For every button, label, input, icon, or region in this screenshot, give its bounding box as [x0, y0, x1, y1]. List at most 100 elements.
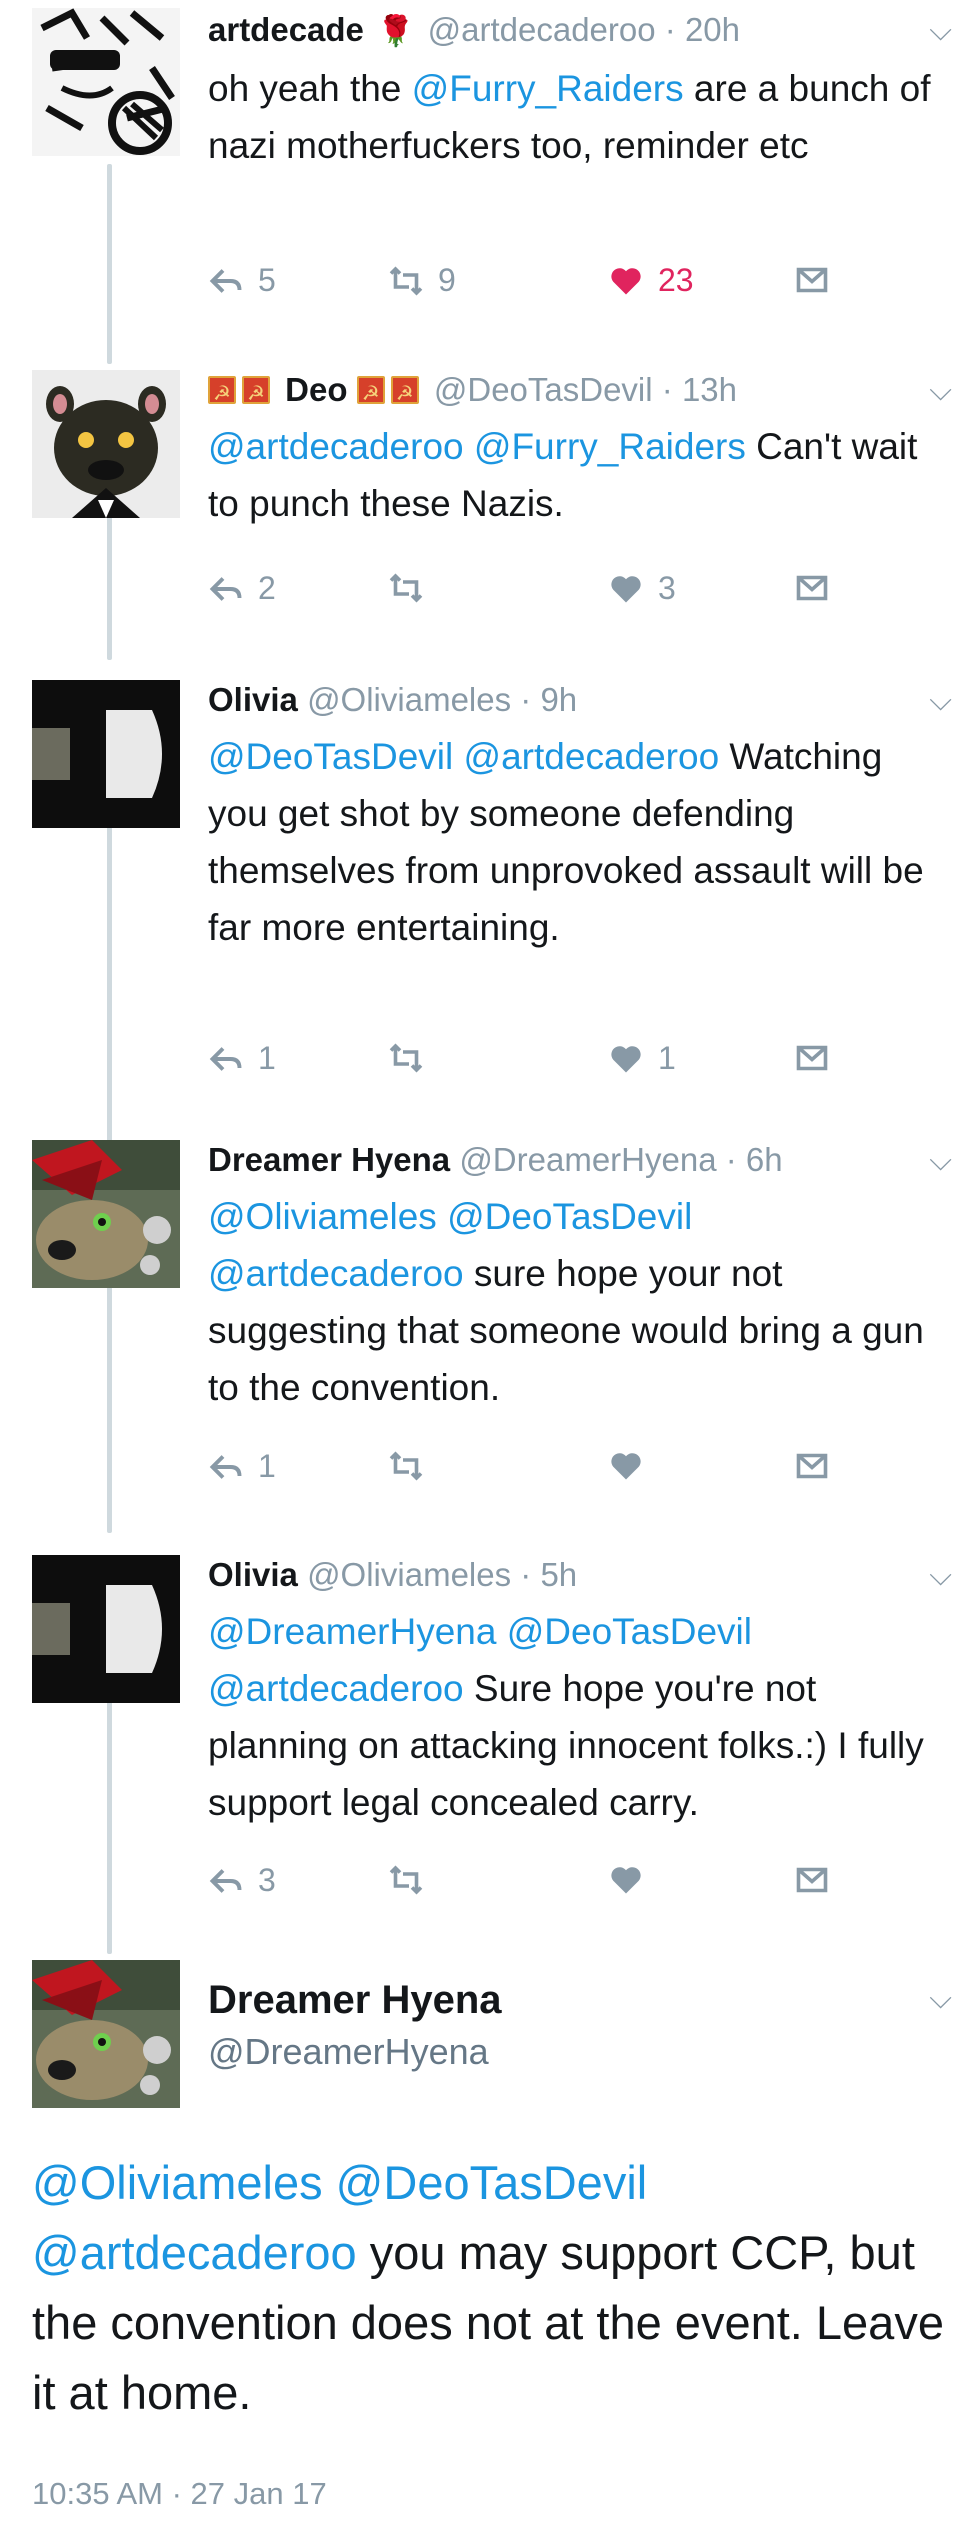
display-name[interactable]: Deo — [285, 371, 347, 408]
tweet[interactable]: Dreamer Hyena @DreamerHyena · 6h @Olivia… — [0, 1130, 980, 1490]
display-name[interactable]: Olivia — [208, 681, 298, 718]
flag-icon — [356, 374, 385, 414]
direct-message-icon — [796, 1867, 828, 1893]
retweet-icon — [389, 1043, 423, 1073]
display-name[interactable]: Dreamer Hyena — [208, 1978, 950, 2023]
chevron-down-icon[interactable]: ⌵ — [929, 14, 952, 48]
mention-link[interactable]: @DeoTasDevil — [208, 736, 453, 777]
like-count: 23 — [658, 262, 694, 298]
reply-button[interactable]: 3 — [208, 1862, 276, 1899]
like-button[interactable] — [608, 1448, 658, 1484]
separator: · — [725, 1141, 737, 1178]
mention-link[interactable]: @artdecaderoo — [208, 1253, 464, 1294]
tweet-header: Deo @DeoTasDevil · 13h — [208, 370, 950, 414]
like-button[interactable] — [608, 1862, 658, 1898]
chevron-down-icon[interactable]: ⌵ — [929, 684, 952, 718]
tweet-actions: 3 — [208, 1862, 828, 1912]
avatar[interactable] — [32, 680, 180, 828]
avatar[interactable] — [32, 8, 180, 156]
heart-icon — [611, 575, 641, 602]
retweet-button[interactable]: 9 — [388, 262, 456, 299]
retweet-count: 9 — [438, 262, 456, 298]
tweet-text-segment — [464, 426, 474, 467]
timestamp[interactable]: 9h — [540, 681, 577, 718]
tweet-text-segment: oh yeah the — [208, 68, 412, 109]
mention-link[interactable]: @artdecaderoo — [32, 2226, 357, 2279]
retweet-button[interactable] — [388, 1448, 438, 1484]
reply-count: 3 — [258, 1862, 276, 1898]
like-button[interactable]: 23 — [608, 262, 694, 299]
mention-link[interactable]: @DeoTasDevil — [447, 1196, 692, 1237]
direct-message-button[interactable] — [794, 570, 830, 606]
separator: · — [664, 11, 676, 48]
reply-button[interactable]: 1 — [208, 1040, 276, 1077]
tweet-timestamp[interactable]: 10:35 AM · 27 Jan 17 — [32, 2476, 327, 2512]
mention-link[interactable]: @artdecaderoo — [464, 736, 720, 777]
handle[interactable]: @artdecaderoo — [428, 11, 656, 48]
display-name[interactable]: Dreamer Hyena — [208, 1141, 450, 1178]
reply-icon — [209, 576, 242, 601]
direct-message-button[interactable] — [794, 1862, 830, 1898]
like-button[interactable]: 3 — [608, 570, 676, 607]
reply-button[interactable]: 2 — [208, 570, 276, 607]
mention-link[interactable]: @DeoTasDevil — [336, 2156, 648, 2209]
main-tweet[interactable]: Dreamer Hyena @DreamerHyena ⌵ @Oliviamel… — [0, 1960, 980, 2521]
retweet-button[interactable] — [388, 1040, 438, 1076]
reply-button[interactable]: 5 — [208, 262, 276, 299]
retweet-icon — [389, 265, 423, 296]
direct-message-button[interactable] — [794, 1040, 830, 1076]
tweet[interactable]: Olivia @Oliviameles · 5h @DreamerHyena @… — [0, 1545, 980, 1905]
retweet-button[interactable] — [388, 570, 438, 606]
mention-link[interactable]: @Furry_Raiders — [412, 68, 684, 109]
mention-link[interactable]: @artdecaderoo — [208, 426, 464, 467]
separator: · — [520, 681, 532, 718]
direct-message-icon — [796, 267, 828, 293]
avatar[interactable] — [32, 370, 180, 518]
direct-message-button[interactable] — [794, 262, 830, 298]
avatar[interactable] — [32, 1960, 180, 2108]
reply-count: 2 — [258, 570, 276, 606]
tweet[interactable]: Olivia @Oliviameles · 9h @DeoTasDevil @a… — [0, 670, 980, 1070]
handle[interactable]: @Oliviameles — [307, 1556, 511, 1593]
chevron-down-icon[interactable]: ⌵ — [929, 1559, 952, 1593]
tweet-text: @DeoTasDevil @artdecaderoo Watching you … — [208, 728, 950, 956]
mention-link[interactable]: @Oliviameles — [32, 2156, 323, 2209]
handle[interactable]: @DreamerHyena — [459, 1141, 716, 1178]
separator: · — [520, 1556, 532, 1593]
reply-button[interactable]: 1 — [208, 1448, 276, 1485]
tweet-text-segment — [323, 2156, 336, 2209]
tweet-actions: 5 9 23 — [208, 262, 828, 312]
tweet-actions: 2 3 — [208, 570, 828, 620]
like-count: 3 — [658, 570, 676, 606]
retweet-button[interactable] — [388, 1862, 438, 1898]
chevron-down-icon[interactable]: ⌵ — [929, 374, 952, 408]
tweet-text: @Oliviameles @DeoTasDevil @artdecaderoo … — [208, 1188, 950, 1416]
tweet-header: artdecade 🌹 @artdecaderoo · 20h — [208, 10, 950, 52]
rose-icon: 🌹 — [377, 15, 415, 48]
reply-count: 1 — [258, 1040, 276, 1076]
direct-message-icon — [796, 575, 828, 601]
handle[interactable]: @Oliviameles — [307, 681, 511, 718]
avatar[interactable] — [32, 1555, 180, 1703]
direct-message-button[interactable] — [794, 1448, 830, 1484]
tweet-text: @DreamerHyena @DeoTasDevil @artdecaderoo… — [208, 1603, 950, 1831]
mention-link[interactable]: @Oliviameles — [208, 1196, 437, 1237]
avatar[interactable] — [32, 1140, 180, 1288]
mention-link[interactable]: @DeoTasDevil — [507, 1611, 752, 1652]
timestamp[interactable]: 20h — [685, 11, 740, 48]
display-name[interactable]: artdecade — [208, 11, 364, 48]
mention-link[interactable]: @Furry_Raiders — [474, 426, 746, 467]
chevron-down-icon[interactable]: ⌵ — [929, 1144, 952, 1178]
timestamp[interactable]: 6h — [746, 1141, 783, 1178]
mention-link[interactable]: @artdecaderoo — [208, 1668, 464, 1709]
tweet-text-segment — [437, 1196, 447, 1237]
chevron-down-icon[interactable]: ⌵ — [929, 1982, 952, 2016]
handle[interactable]: @DreamerHyena — [208, 2031, 950, 2073]
handle[interactable]: @DeoTasDevil — [434, 371, 653, 408]
display-name[interactable]: Olivia — [208, 1556, 298, 1593]
mention-link[interactable]: @DreamerHyena — [208, 1611, 496, 1652]
timestamp[interactable]: 13h — [682, 371, 737, 408]
separator: · — [661, 371, 673, 408]
timestamp[interactable]: 5h — [540, 1556, 577, 1593]
like-button[interactable]: 1 — [608, 1040, 676, 1077]
